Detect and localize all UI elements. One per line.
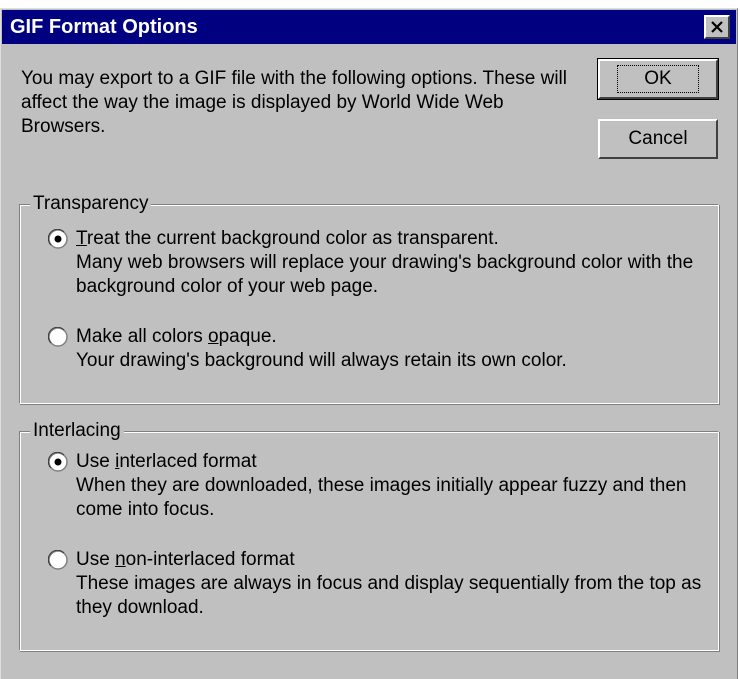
ok-button[interactable]: OK (597, 58, 719, 100)
ok-button-label: OK (617, 65, 699, 93)
dialog-title: GIF Format Options (10, 16, 198, 38)
interlacing-group-legend: Interlacing (30, 419, 124, 443)
interlaced-format-label: Use interlaced format (76, 451, 257, 472)
radio-selected-icon[interactable] (48, 452, 68, 472)
close-button[interactable] (704, 15, 730, 39)
non-interlaced-format-description: These images are always in focus and dis… (76, 573, 702, 618)
gif-format-options-dialog: GIF Format Options You may export to a G… (0, 8, 738, 679)
close-icon (711, 21, 723, 33)
radio-unselected-icon[interactable] (48, 550, 68, 570)
cancel-button-label: Cancel (628, 128, 688, 149)
transparent-background-option[interactable]: Treat the current background color as tr… (48, 227, 708, 299)
transparency-group: Transparency Treat the current backgroun… (19, 192, 719, 404)
intro-text: You may export to a GIF file with the fo… (21, 68, 567, 137)
title-bar: GIF Format Options (2, 10, 736, 44)
opaque-colors-description: Your drawing's background will always re… (76, 350, 567, 371)
opaque-colors-label: Make all colors opaque. (76, 326, 277, 347)
transparency-group-legend: Transparency (30, 192, 152, 216)
non-interlaced-format-label: Use non-interlaced format (76, 549, 295, 570)
transparent-background-description: Many web browsers will replace your draw… (76, 252, 694, 297)
transparent-background-label: Treat the current background color as tr… (76, 228, 499, 249)
interlaced-format-option[interactable]: Use interlaced format When they are down… (48, 450, 708, 522)
interlacing-group: Interlacing Use interlaced format When t… (19, 419, 719, 651)
interlaced-format-description: When they are downloaded, these images i… (76, 475, 687, 520)
cancel-button[interactable]: Cancel (598, 119, 718, 159)
radio-unselected-icon[interactable] (48, 327, 68, 347)
opaque-colors-option[interactable]: Make all colors opaque. Your drawing's b… (48, 325, 708, 373)
non-interlaced-format-option[interactable]: Use non-interlaced format These images a… (48, 548, 708, 620)
radio-selected-icon[interactable] (48, 229, 68, 249)
